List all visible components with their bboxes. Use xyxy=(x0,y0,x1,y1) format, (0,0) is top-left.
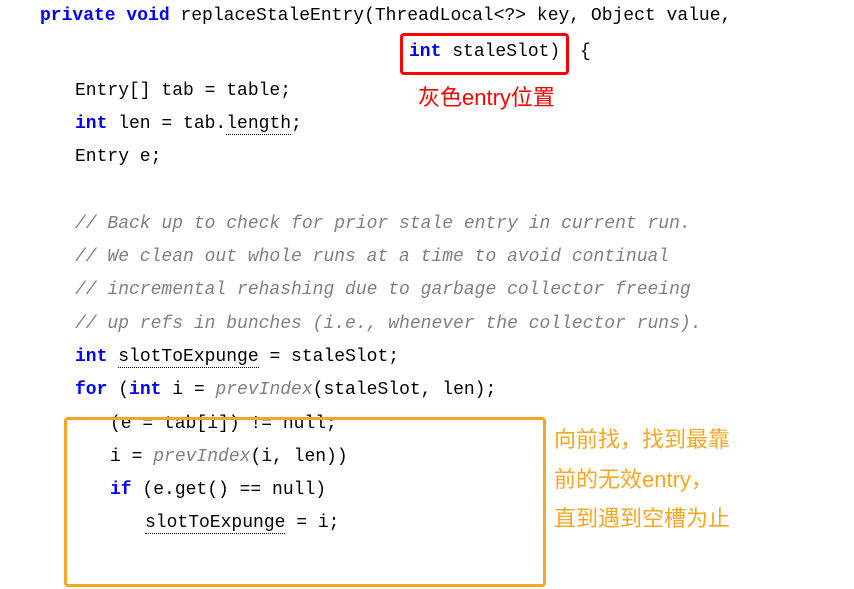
comment-text: // Back up to check for prior stale entr… xyxy=(75,214,691,234)
comment-line-1: // Back up to check for prior stale entr… xyxy=(0,208,854,241)
red-highlight-box: int staleSlot) xyxy=(400,33,569,74)
fn-previndex: prevIndex xyxy=(153,447,250,467)
code-block: private void replaceStaleEntry(ThreadLoc… xyxy=(0,0,854,541)
annotation-red: 灰色entry位置 xyxy=(418,78,555,119)
comment-line-3: // incremental rehashing due to garbage … xyxy=(0,274,854,307)
brace-open: { xyxy=(569,42,591,62)
fn-previndex: prevIndex xyxy=(215,380,312,400)
keyword-for: for xyxy=(75,380,107,400)
code-line-10: int slotToExpunge = staleSlot; xyxy=(0,341,854,374)
blank-line xyxy=(0,174,854,207)
prop-length: length xyxy=(226,114,291,135)
code-line-2: int staleSlot) { xyxy=(0,33,854,74)
keyword-if: if xyxy=(110,480,132,500)
stmt-len-semi: ; xyxy=(291,114,302,134)
stmt-entry-e: Entry e; xyxy=(75,147,161,167)
comment-line-2: // We clean out whole runs at a time to … xyxy=(0,241,854,274)
annotation-orange-line1: 向前找，找到最靠 xyxy=(554,427,730,452)
code-line-11: for (int i = prevIndex(staleSlot, len); xyxy=(0,374,854,407)
keyword-private-void: private void xyxy=(40,6,170,26)
method-sig: replaceStaleEntry(ThreadLocal<?> key, Ob… xyxy=(180,6,731,26)
comment-line-4: // up refs in bunches (i.e., whenever th… xyxy=(0,308,854,341)
for-cond: (e = tab[i]) != null; xyxy=(110,414,337,434)
type-int: int xyxy=(129,380,161,400)
code-line-5: Entry e; xyxy=(0,141,854,174)
stmt-len-a: len = tab. xyxy=(107,114,226,134)
annotation-orange-line3: 直到遇到空槽为止 xyxy=(554,506,730,531)
var-slottoexpunge: slotToExpunge xyxy=(145,513,285,534)
comment-text: // We clean out whole runs at a time to … xyxy=(75,247,669,267)
type-int: int xyxy=(75,114,107,134)
comment-text: // incremental rehashing due to garbage … xyxy=(75,280,691,300)
param-staleslot: staleSlot) xyxy=(452,42,560,62)
annotation-orange: 向前找，找到最靠 前的无效entry， 直到遇到空槽为止 xyxy=(554,420,730,539)
type-int: int xyxy=(75,347,107,367)
stmt-tab: Entry[] tab = table; xyxy=(75,81,291,101)
type-int: int xyxy=(409,42,441,62)
annotation-orange-line2: 前的无效entry， xyxy=(554,467,713,492)
comment-text: // up refs in bunches (i.e., whenever th… xyxy=(75,314,702,334)
var-slottoexpunge: slotToExpunge xyxy=(118,347,258,368)
code-line-1: private void replaceStaleEntry(ThreadLoc… xyxy=(0,0,854,33)
